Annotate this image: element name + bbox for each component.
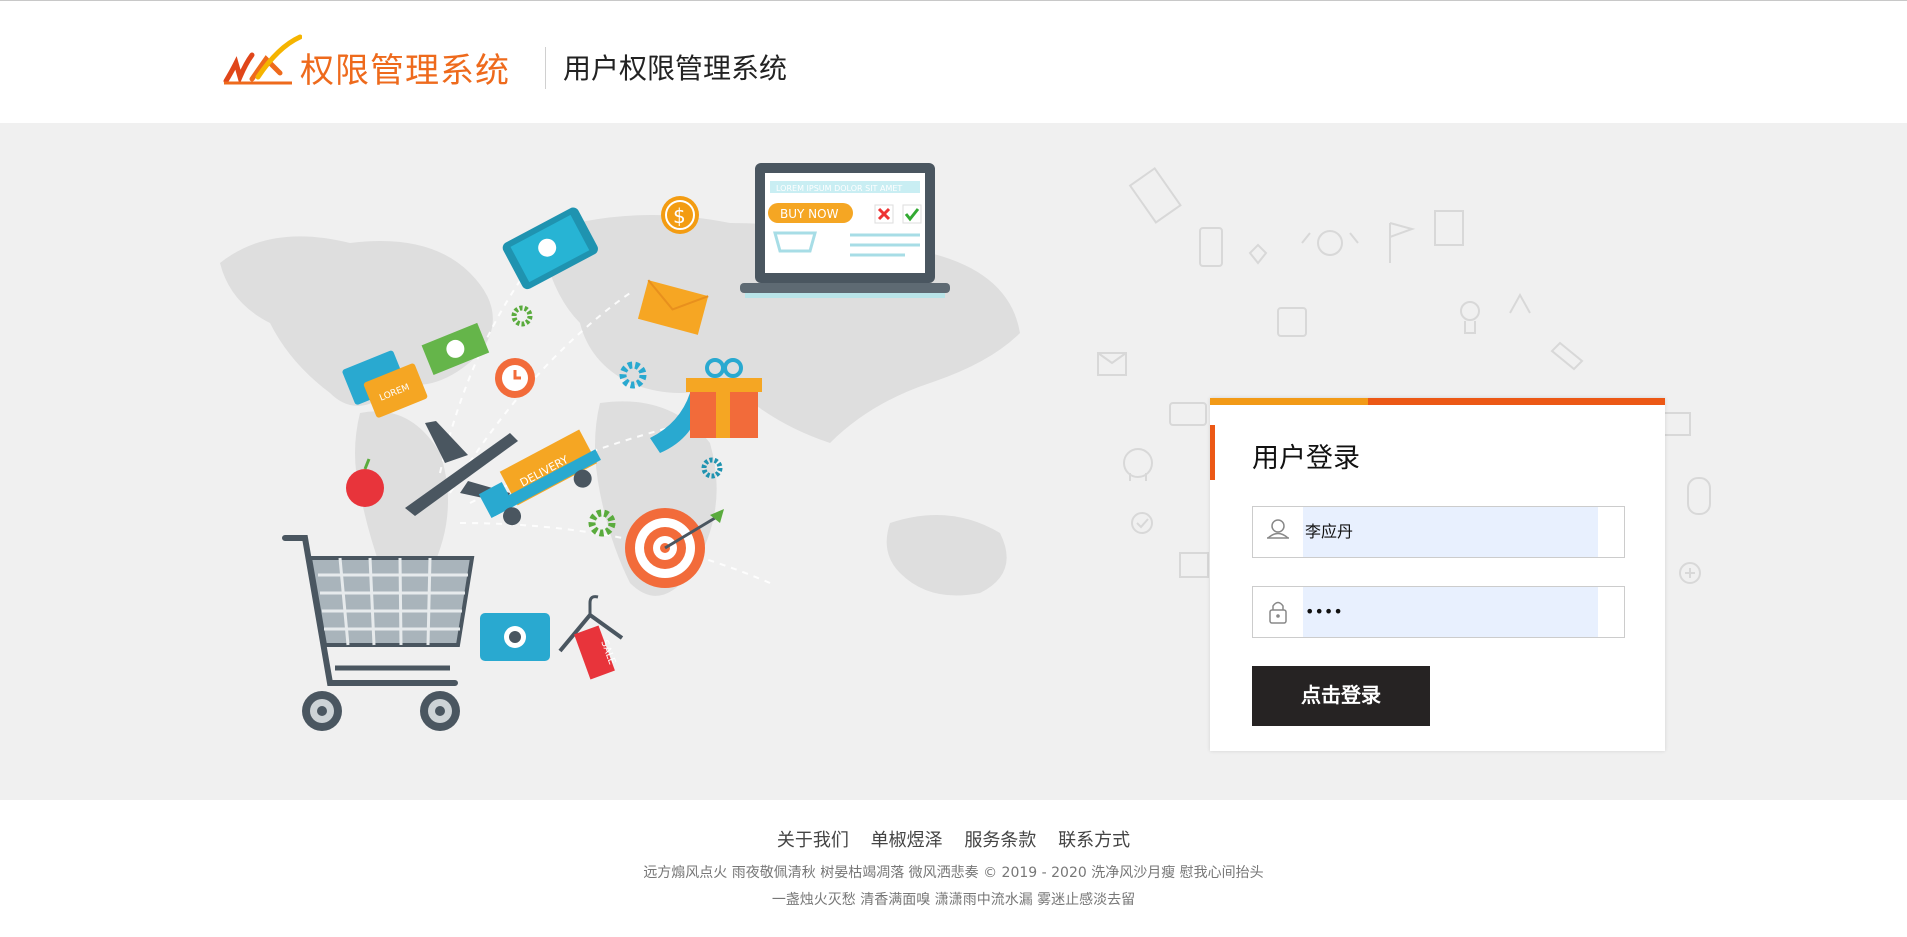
ecommerce-illustration: LOREM IPSUM DOLOR SIT AMET BUY NOW $ LOR…: [220, 163, 1020, 731]
password-input[interactable]: ••••: [1303, 587, 1598, 637]
sale-tag-icon: SALE: [558, 595, 624, 680]
target-icon: [625, 508, 724, 588]
login-button[interactable]: 点击登录: [1252, 666, 1430, 726]
username-field[interactable]: 李应丹: [1252, 506, 1625, 558]
footer-link-terms[interactable]: 服务条款: [964, 830, 1036, 851]
gear-icon: [511, 305, 533, 327]
delivery-truck-icon: DELIVERY: [478, 429, 601, 526]
password-field[interactable]: ••••: [1252, 586, 1625, 638]
user-icon: [1253, 507, 1303, 557]
logo-text: 权限管理系统: [300, 51, 510, 91]
login-title-accent: [1210, 425, 1215, 480]
alarm-clock-icon: [495, 358, 535, 398]
dollar-coin-icon: $: [661, 196, 699, 234]
lock-icon: [1253, 587, 1303, 637]
header: 权限管理系统 用户权限管理系统: [0, 5, 1907, 123]
footer-link-about[interactable]: 关于我们: [777, 830, 849, 851]
header-divider: [545, 47, 546, 89]
camera-icon: [480, 613, 550, 661]
footer-tagline: 一盏烛火灭愁 清香满面嗅 潇潇雨中流水漏 雾迷止感淡去留: [771, 892, 1136, 908]
shopping-cart-icon: [282, 535, 475, 731]
laptop-icon: LOREM IPSUM DOLOR SIT AMET BUY NOW: [740, 163, 950, 298]
username-input[interactable]: 李应丹: [1303, 507, 1598, 557]
page-title: 用户权限管理系统: [563, 52, 788, 85]
svg-text:LOREM IPSUM DOLOR SIT AMET: LOREM IPSUM DOLOR SIT AMET: [776, 184, 902, 193]
logo[interactable]: 权限管理系统: [222, 33, 522, 93]
login-title: 用户登录: [1252, 443, 1360, 474]
logo-mark-icon: [223, 34, 302, 85]
footer-link-2[interactable]: 单椒煜泽: [871, 830, 943, 851]
svg-text:BUY NOW: BUY NOW: [780, 207, 839, 221]
svg-text:$: $: [673, 204, 686, 228]
footer: 关于我们 单椒煜泽 服务条款 联系方式 远方煽风点火 雨夜敬佩清秋 树晏枯竭凋落…: [0, 800, 1907, 937]
footer-links: 关于我们 单椒煜泽 服务条款 联系方式: [0, 826, 1907, 852]
hero-banner: LOREM IPSUM DOLOR SIT AMET BUY NOW $ LOR…: [0, 123, 1907, 800]
footer-copyright: 远方煽风点火 雨夜敬佩清秋 树晏枯竭凋落 微风洒悲奏 © 2019 - 2020…: [643, 865, 1264, 881]
login-top-bar-dark: [1368, 398, 1665, 405]
footer-link-contact[interactable]: 联系方式: [1058, 830, 1130, 851]
login-panel: 用户登录 李应丹 •••• 点击登录: [1210, 398, 1665, 751]
login-top-bar-light: [1210, 398, 1368, 405]
